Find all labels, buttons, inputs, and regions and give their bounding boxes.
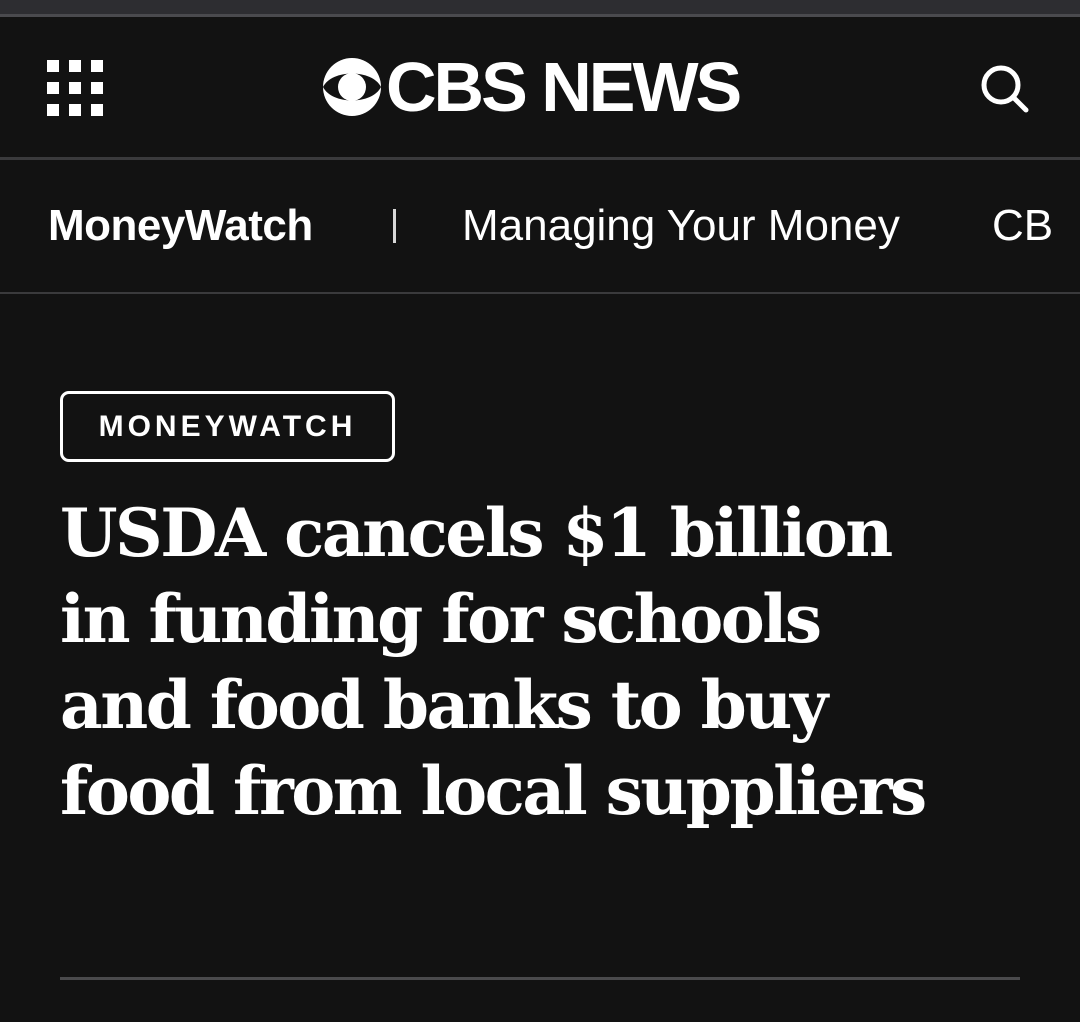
nav-link-cb[interactable]: CB: [992, 200, 1053, 252]
section-nav: MoneyWatch Managing Your Money CB: [0, 160, 1080, 292]
cbs-eye-icon: [323, 58, 381, 116]
cbs-news-logo[interactable]: CBS NEWS: [322, 47, 742, 127]
grid-menu-icon: [47, 60, 103, 116]
category-tag-moneywatch[interactable]: MONEYWATCH: [60, 391, 395, 462]
section-title-moneywatch[interactable]: MoneyWatch: [48, 200, 313, 252]
headline-divider: [60, 977, 1020, 980]
logo-wordmark: CBS NEWS: [386, 48, 742, 126]
article-headline: USDA cancels $1 billion in funding for s…: [60, 494, 927, 830]
grid-menu-button[interactable]: [47, 60, 103, 116]
browser-chrome-edge: [0, 0, 1080, 14]
search-button[interactable]: [978, 62, 1032, 116]
subnav-divider: [0, 292, 1080, 294]
nav-separator: [393, 209, 396, 243]
nav-link-managing-your-money[interactable]: Managing Your Money: [462, 200, 900, 252]
site-header: CBS NEWS: [0, 17, 1080, 157]
search-icon: [981, 65, 1029, 113]
